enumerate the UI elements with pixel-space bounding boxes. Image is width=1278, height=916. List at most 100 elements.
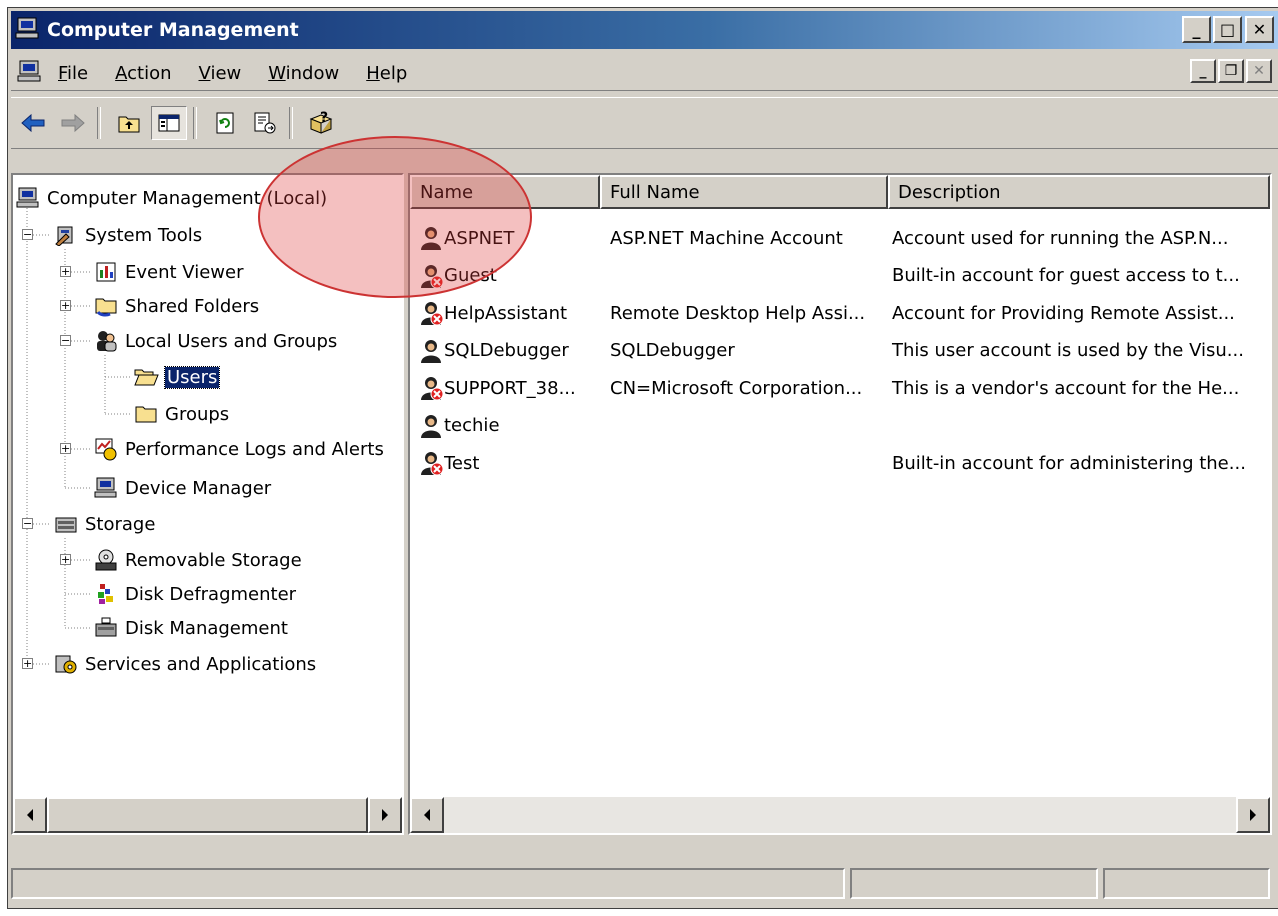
status-panel-2 — [850, 868, 1098, 899]
tree-item-label: Device Manager — [125, 477, 272, 499]
computer-management-icon — [15, 16, 41, 45]
toolbar-separator — [193, 107, 197, 139]
forward-button[interactable] — [55, 106, 91, 140]
disk-defragmenter-icon — [93, 582, 119, 606]
tree-expander[interactable]: + — [60, 554, 71, 565]
scroll-left-button[interactable] — [13, 797, 47, 833]
details-pane: Name Full Name Description ASPNET ASP.NET… — [408, 173, 1272, 835]
performance-icon — [93, 437, 119, 461]
tree-item-local-users-and-groups[interactable]: Local Users and Groups — [93, 326, 337, 356]
user-icon — [418, 413, 444, 439]
tree-item-disk-defragmenter[interactable]: Disk Defragmenter — [93, 579, 296, 609]
help-button[interactable]: ? — [303, 106, 339, 140]
user-row[interactable]: SUPPORT_38... CN=Microsoft Corporation...… — [410, 372, 1248, 404]
cell-name: techie — [444, 415, 500, 436]
cell-description: Account used for running the ASP.N... — [892, 227, 1229, 249]
tree-expander[interactable]: − — [22, 229, 33, 240]
user-row[interactable]: Test Built-in account for administering t… — [410, 447, 1248, 479]
user-row[interactable]: ASPNET ASP.NET Machine Account Account use… — [410, 222, 1248, 254]
tree-item-shared-folders[interactable]: Shared Folders — [93, 291, 259, 321]
tree-horizontal-scrollbar[interactable] — [13, 797, 402, 833]
scroll-left-button[interactable] — [410, 797, 444, 833]
close-button[interactable]: ✕ — [1245, 16, 1274, 43]
computer-icon — [15, 186, 41, 210]
export-list-button[interactable] — [247, 106, 283, 140]
disk-management-icon — [93, 616, 119, 640]
cell-description: This user account is used by the Visu... — [892, 340, 1244, 361]
minimize-button[interactable]: _ — [1182, 16, 1211, 43]
maximize-icon: □ — [1219, 20, 1236, 39]
menu-view[interactable]: View — [199, 63, 242, 84]
cell-name: Test — [444, 452, 480, 474]
title-bar[interactable]: Computer Management _ □ ✕ — [11, 11, 1278, 49]
status-bar — [11, 868, 1275, 899]
tree-item-groups[interactable]: Groups — [133, 399, 229, 429]
up-one-level-icon — [118, 116, 140, 133]
tree-item-services-and-applications[interactable]: Services and Applications — [53, 649, 316, 679]
menu-action[interactable]: Action — [115, 63, 171, 84]
system-menu-icon[interactable] — [17, 59, 43, 88]
maximize-button[interactable]: □ — [1213, 16, 1242, 43]
tree-item-users[interactable]: Users — [133, 362, 221, 392]
back-button[interactable] — [15, 106, 51, 140]
cell-description: Account for Providing Remote Assist... — [892, 302, 1235, 324]
scroll-track[interactable] — [444, 797, 1236, 833]
list-header: Name Full Name Description — [410, 175, 1270, 209]
menu-help[interactable]: Help — [366, 63, 407, 84]
tree-item-label: Computer Management (Local) — [47, 187, 328, 209]
menu-window[interactable]: Window — [268, 63, 339, 84]
tree-expander[interactable]: + — [60, 443, 71, 454]
toolbar-separator — [97, 107, 101, 139]
tree-expander[interactable]: + — [60, 300, 71, 311]
tree-item-performance-logs[interactable]: Performance Logs and Alerts — [93, 434, 384, 464]
menu-bar: File Action View Window Help _ ❐ ✕ — [11, 56, 1278, 91]
child-restore-button[interactable]: ❐ — [1218, 59, 1244, 83]
tree-item-label: Storage — [85, 513, 156, 535]
cell-description: Built-in account for administering the..… — [892, 452, 1246, 474]
user-row[interactable]: techie — [410, 410, 1248, 442]
cell-name: HelpAssistant — [444, 302, 568, 324]
tree-item-event-viewer[interactable]: Event Viewer — [93, 257, 243, 287]
tree-item-computer-management[interactable]: Computer Management (Local) — [15, 183, 327, 213]
scroll-thumb[interactable] — [47, 797, 368, 833]
show-hide-console-tree-icon — [158, 114, 180, 132]
child-minimize-button[interactable]: _ — [1190, 59, 1216, 83]
arrow-right-icon — [1250, 809, 1256, 821]
tree-item-label: Disk Defragmenter — [125, 583, 297, 605]
arrow-left-icon — [424, 809, 430, 821]
caption-buttons: _ □ ✕ — [1180, 16, 1274, 43]
up-one-level-button[interactable] — [111, 106, 147, 140]
column-header-full-name[interactable]: Full Name — [600, 175, 888, 209]
scroll-right-button[interactable] — [1236, 797, 1270, 833]
folder-open-icon — [133, 365, 159, 389]
user-row[interactable]: Guest Built-in account for guest access t… — [410, 260, 1248, 292]
tools-icon — [53, 223, 79, 247]
cell-description: Built-in account for guest access to t..… — [892, 265, 1240, 286]
column-header-name[interactable]: Name — [410, 175, 600, 209]
menu-file[interactable]: File — [58, 63, 88, 84]
refresh-icon — [216, 112, 234, 134]
tree-expander[interactable]: − — [60, 335, 71, 346]
window-title: Computer Management — [47, 19, 299, 41]
tree-item-label: System Tools — [85, 224, 203, 246]
list-horizontal-scrollbar[interactable] — [410, 797, 1270, 833]
user-row[interactable]: HelpAssistant Remote Desktop Help Assi...… — [410, 297, 1248, 329]
tree-expander[interactable]: − — [22, 518, 33, 529]
tree-expander[interactable]: + — [22, 658, 33, 669]
tree-item-device-manager[interactable]: Device Manager — [93, 473, 271, 503]
user-row[interactable]: SQLDebugger SQLDebugger This user account … — [410, 335, 1248, 367]
tree-expander[interactable]: + — [60, 266, 71, 277]
console-tree: Computer Management (Local) − System Too… — [13, 175, 402, 795]
show-hide-console-tree-button[interactable] — [151, 106, 187, 140]
forward-arrow-icon — [61, 113, 85, 133]
tree-item-storage[interactable]: Storage — [53, 509, 155, 539]
tree-item-system-tools[interactable]: System Tools — [53, 220, 202, 250]
scroll-right-button[interactable] — [368, 797, 402, 833]
device-manager-icon — [93, 476, 119, 500]
column-header-description[interactable]: Description — [888, 175, 1270, 209]
tree-item-removable-storage[interactable]: Removable Storage — [93, 545, 302, 575]
refresh-button[interactable] — [207, 106, 243, 140]
tree-item-disk-management[interactable]: Disk Management — [93, 613, 288, 643]
child-close-button[interactable]: ✕ — [1246, 59, 1272, 83]
tree-item-label: Services and Applications — [85, 653, 317, 675]
